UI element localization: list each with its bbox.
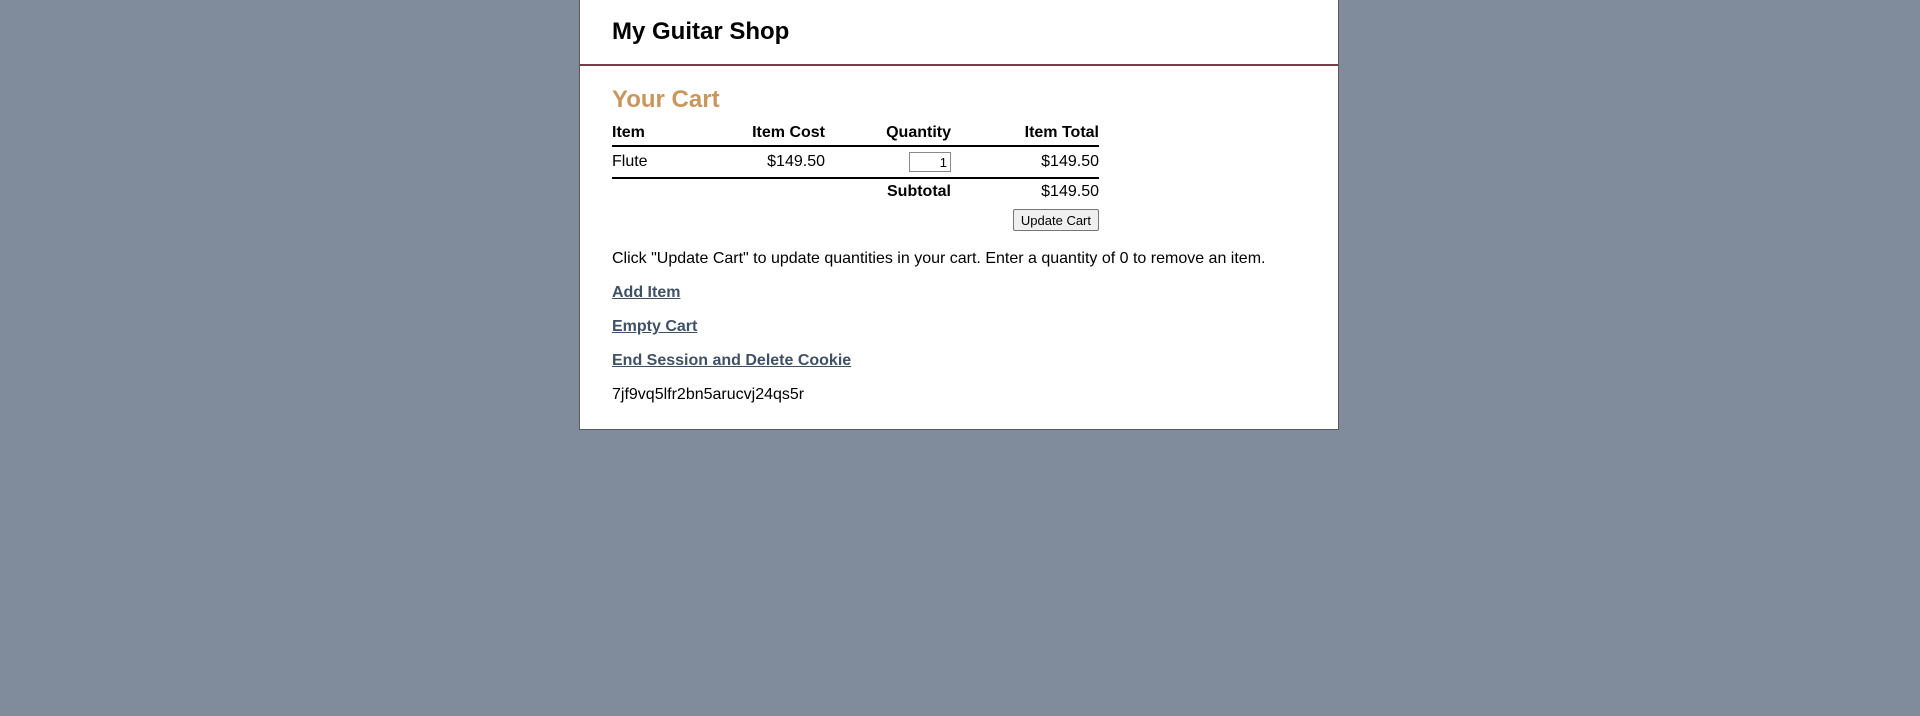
empty-cart-link[interactable]: Empty Cart — [612, 317, 1338, 337]
end-session-link[interactable]: End Session and Delete Cookie — [612, 351, 1338, 371]
session-id: 7jf9vq5lfr2bn5arucvj24qs5r — [612, 386, 805, 403]
column-header-cost: Item Cost — [712, 120, 825, 147]
subtotal-spacer — [712, 178, 825, 205]
table-row: Flute $149.50 $149.50 — [612, 146, 1099, 179]
item-name: Flute — [612, 146, 712, 179]
item-total: $149.50 — [951, 146, 1099, 179]
subtotal-row: Subtotal $149.50 — [612, 178, 1099, 205]
column-header-total: Item Total — [951, 120, 1099, 147]
subtotal-value: $149.50 — [1041, 183, 1099, 200]
cart-heading: Your Cart — [612, 86, 720, 113]
column-header-item: Item — [612, 120, 712, 147]
cart-table: Item Item Cost Quantity Item Total Flute… — [612, 120, 1099, 235]
update-cell: Update Cart — [612, 205, 1099, 235]
subtotal-label: Subtotal — [887, 183, 951, 200]
update-cart-button[interactable]: Update Cart — [1012, 209, 1099, 231]
update-row: Update Cart — [612, 205, 1099, 235]
site-title: My Guitar Shop — [612, 18, 790, 45]
item-cost: $149.50 — [712, 146, 825, 179]
subtotal-spacer — [612, 178, 712, 205]
column-header-quantity: Quantity — [825, 120, 951, 147]
add-item-link[interactable]: Add Item — [612, 283, 1338, 303]
quantity-input[interactable] — [909, 152, 951, 172]
cart-form: Item Item Cost Quantity Item Total Flute… — [612, 120, 1338, 235]
main-content: Your Cart Item Item Cost Quantity Item T… — [580, 66, 1338, 405]
page-container: My Guitar Shop Your Cart Item Item Cost … — [579, 0, 1339, 430]
item-quantity-cell — [825, 146, 951, 179]
site-header: My Guitar Shop — [580, 0, 1338, 66]
cart-instructions: Click "Update Cart" to update quantities… — [612, 250, 1266, 267]
cart-table-header: Item Item Cost Quantity Item Total — [612, 120, 1099, 147]
